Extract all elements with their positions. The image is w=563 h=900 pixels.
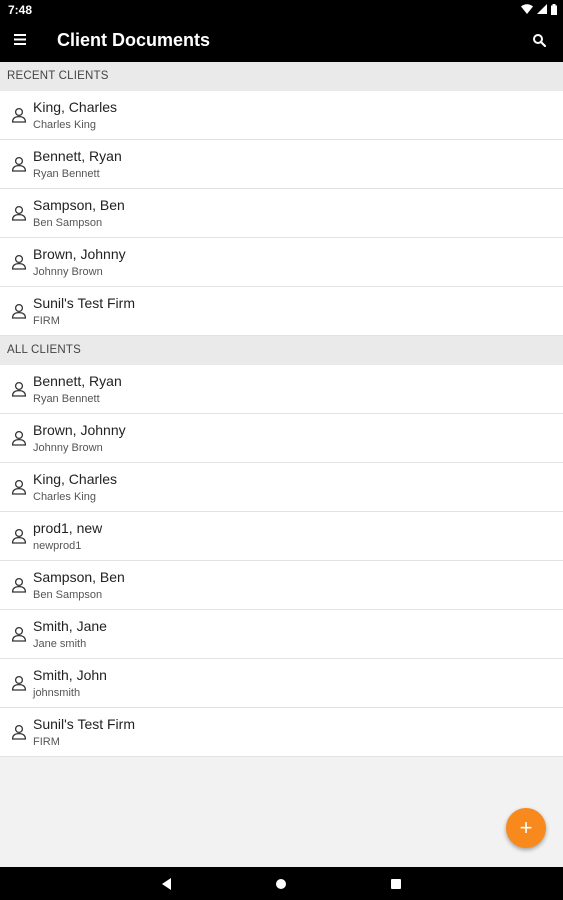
client-list: RECENT CLIENTS King, Charles Charles Kin… [0, 62, 563, 757]
battery-icon [551, 3, 557, 15]
add-client-button[interactable]: + [506, 808, 546, 848]
add-icon: + [519, 815, 533, 840]
client-subtitle: Johnny Brown [33, 442, 103, 454]
recent-client-row[interactable]: Sunil's Test Firm FIRM [0, 287, 563, 336]
person-icon [11, 156, 27, 172]
client-row[interactable]: Sampson, Ben Ben Sampson [0, 561, 563, 610]
client-name: Sampson, Ben [33, 569, 125, 585]
client-subtitle: newprod1 [33, 540, 82, 552]
client-name: Brown, Johnny [33, 422, 126, 438]
section-header-all: ALL CLIENTS [0, 336, 563, 365]
person-icon [11, 675, 27, 691]
recents-button[interactable] [387, 875, 405, 893]
app-bar: Client Documents [0, 19, 563, 62]
person-icon [11, 107, 27, 123]
home-icon [276, 879, 286, 889]
status-icons [521, 3, 557, 15]
person-icon [11, 479, 27, 495]
client-name: King, Charles [33, 471, 118, 487]
client-subtitle: Ryan Bennett [33, 393, 100, 405]
person-icon [11, 254, 27, 270]
recent-client-row[interactable]: Sampson, Ben Ben Sampson [0, 189, 563, 238]
client-row[interactable]: Bennett, Ryan Ryan Bennett [0, 365, 563, 414]
client-row[interactable]: King, Charles Charles King [0, 463, 563, 512]
client-name: Sunil's Test Firm [33, 295, 135, 311]
recent-clients-list: King, Charles Charles King Bennett, Ryan… [0, 91, 563, 336]
menu-button[interactable] [12, 29, 40, 53]
menu-icon [14, 34, 26, 45]
page-title: Client Documents [57, 30, 211, 50]
client-name: Sampson, Ben [33, 197, 125, 213]
client-subtitle: Jane smith [33, 638, 87, 650]
recent-client-row[interactable]: Bennett, Ryan Ryan Bennett [0, 140, 563, 189]
client-subtitle: Ben Sampson [33, 217, 103, 229]
client-subtitle: johnsmith [33, 687, 81, 699]
client-row[interactable]: Smith, Jane Jane smith [0, 610, 563, 659]
client-subtitle: Charles King [33, 491, 96, 503]
person-icon [11, 528, 27, 544]
back-icon [162, 878, 171, 890]
client-subtitle: Ryan Bennett [33, 168, 100, 180]
client-name: Sunil's Test Firm [33, 716, 135, 732]
all-clients-list: Bennett, Ryan Ryan Bennett Brown, Johnny… [0, 365, 563, 757]
section-header-recent: RECENT CLIENTS [0, 62, 563, 91]
recent-client-row[interactable]: Brown, Johnny Johnny Brown [0, 238, 563, 287]
client-row[interactable]: prod1, new newprod1 [0, 512, 563, 561]
client-name: Smith, Jane [33, 618, 107, 634]
search-button[interactable] [529, 30, 551, 52]
back-button[interactable] [158, 875, 176, 893]
client-row[interactable]: Smith, John johnsmith [0, 659, 563, 708]
person-icon [11, 577, 27, 593]
signal-icon [537, 4, 547, 14]
status-time: 7:48 [8, 3, 33, 17]
person-icon [11, 381, 27, 397]
client-subtitle: FIRM [33, 315, 60, 327]
client-subtitle: Ben Sampson [33, 589, 103, 601]
client-name: prod1, new [33, 520, 103, 536]
person-icon [11, 724, 27, 740]
person-icon [11, 430, 27, 446]
client-subtitle: Johnny Brown [33, 266, 103, 278]
recents-icon [391, 879, 401, 889]
client-name: Smith, John [33, 667, 107, 683]
wifi-icon [521, 4, 533, 14]
client-name: Brown, Johnny [33, 246, 126, 262]
client-name: Bennett, Ryan [33, 148, 122, 164]
system-nav-bar [0, 867, 563, 900]
client-subtitle: Charles King [33, 119, 96, 131]
client-row[interactable]: Sunil's Test Firm FIRM [0, 708, 563, 757]
status-bar: 7:48 [0, 0, 563, 19]
client-name: King, Charles [33, 99, 118, 115]
client-row[interactable]: Brown, Johnny Johnny Brown [0, 414, 563, 463]
person-icon [11, 626, 27, 642]
client-subtitle: FIRM [33, 736, 60, 748]
home-button[interactable] [272, 875, 290, 893]
person-icon [11, 303, 27, 319]
person-icon [11, 205, 27, 221]
recent-client-row[interactable]: King, Charles Charles King [0, 91, 563, 140]
search-icon [533, 34, 547, 48]
client-name: Bennett, Ryan [33, 373, 122, 389]
